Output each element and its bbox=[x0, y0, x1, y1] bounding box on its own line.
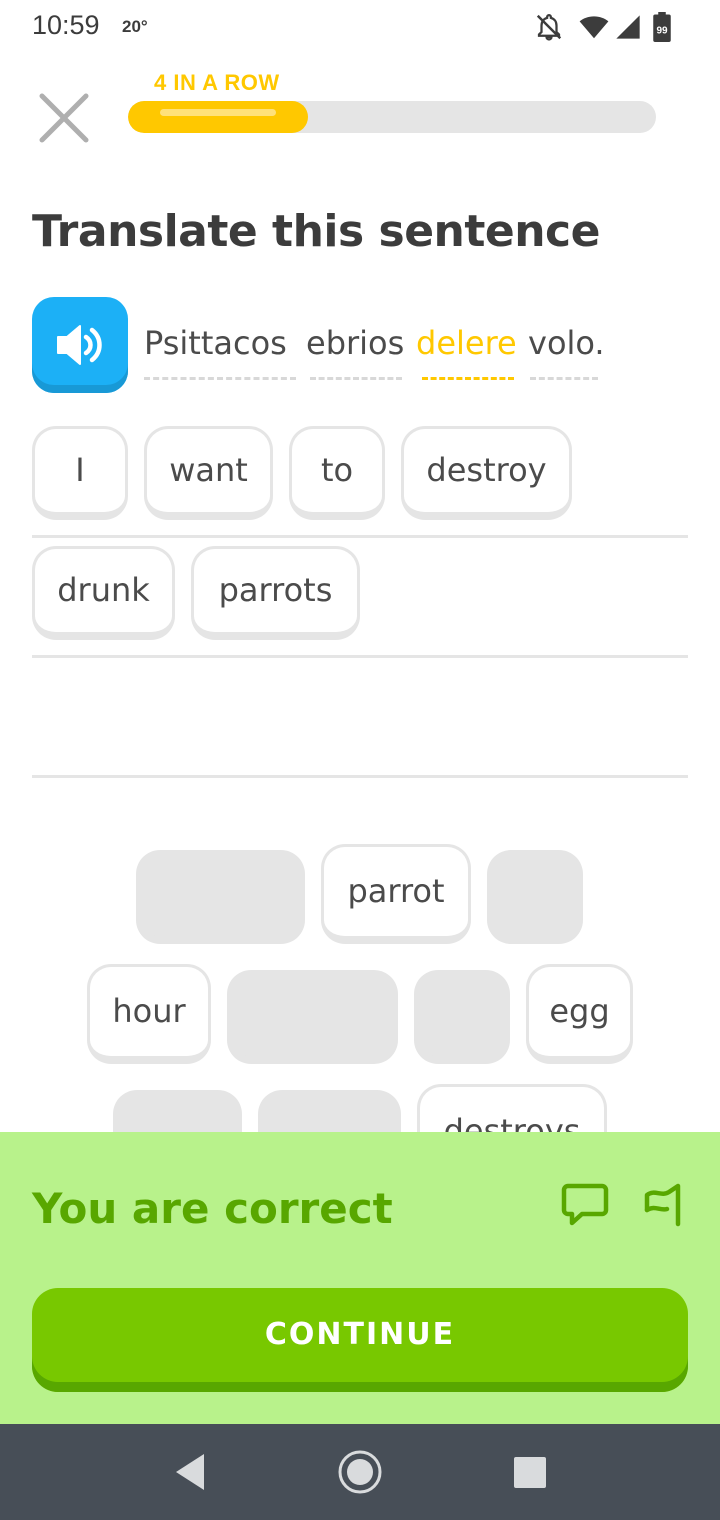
sentence-word[interactable]: ebrios bbox=[306, 324, 404, 362]
progress-shine bbox=[160, 109, 276, 116]
close-icon bbox=[39, 93, 89, 143]
comment-icon[interactable] bbox=[560, 1180, 610, 1230]
back-icon[interactable] bbox=[170, 1448, 210, 1496]
lesson-progress-bar bbox=[128, 101, 656, 133]
wifi-icon bbox=[579, 16, 609, 39]
feedback-panel: You are correct CONTINUE bbox=[0, 1132, 720, 1424]
flag-icon[interactable] bbox=[640, 1180, 686, 1230]
recents-icon[interactable] bbox=[512, 1448, 548, 1496]
play-audio-button[interactable] bbox=[32, 297, 128, 393]
word-underline bbox=[310, 377, 402, 380]
status-icons: 99 bbox=[534, 12, 684, 44]
notifications-off-icon bbox=[536, 13, 562, 41]
word-bank-tile[interactable]: parrot bbox=[321, 844, 471, 944]
word-bank-tile[interactable]: destroys bbox=[417, 1084, 607, 1132]
answer-tile[interactable]: to bbox=[289, 426, 385, 520]
answer-tile[interactable]: destroy bbox=[401, 426, 572, 520]
word-bank-slot-empty bbox=[487, 850, 583, 944]
answer-tile[interactable]: I bbox=[32, 426, 128, 520]
streak-label: 4 IN A ROW bbox=[154, 70, 280, 95]
word-bank-slot-empty bbox=[414, 970, 510, 1064]
word-underline-highlighted bbox=[422, 377, 514, 380]
continue-button[interactable]: CONTINUE bbox=[32, 1288, 688, 1392]
progress-fill bbox=[128, 101, 308, 133]
answer-line bbox=[32, 775, 688, 778]
system-nav-bar bbox=[0, 1424, 720, 1520]
word-bank-slot-empty bbox=[136, 850, 305, 944]
word-bank-slot-empty bbox=[258, 1090, 401, 1132]
battery-level: 99 bbox=[656, 25, 668, 36]
sentence-word-highlighted[interactable]: delere bbox=[416, 324, 517, 362]
battery-icon: 99 bbox=[653, 12, 671, 42]
word-bank-slot-empty bbox=[227, 970, 398, 1064]
answer-tile[interactable]: drunk bbox=[32, 546, 175, 640]
speaker-icon bbox=[57, 325, 102, 365]
word-bank-tile[interactable]: egg bbox=[526, 964, 633, 1064]
answer-line bbox=[32, 655, 688, 658]
word-underline bbox=[144, 377, 296, 380]
cell-signal-icon bbox=[616, 15, 640, 39]
answer-tile[interactable]: parrots bbox=[191, 546, 360, 640]
answer-tile[interactable]: want bbox=[144, 426, 273, 520]
word-bank: parrot hour egg destroys bbox=[0, 830, 720, 1132]
home-icon[interactable] bbox=[336, 1448, 384, 1496]
answer-line bbox=[32, 535, 688, 538]
close-button[interactable] bbox=[36, 90, 92, 146]
status-time: 10:59 bbox=[32, 10, 100, 40]
word-underline bbox=[530, 377, 598, 380]
status-bar: 10:59 20° 99 bbox=[0, 0, 720, 56]
status-temperature: 20° bbox=[122, 17, 148, 36]
page-title: Translate this sentence bbox=[32, 206, 600, 257]
word-bank-tile[interactable]: hour bbox=[87, 964, 211, 1064]
word-bank-slot-empty bbox=[113, 1090, 242, 1132]
sentence-word[interactable]: Psittacos bbox=[144, 324, 287, 362]
feedback-message: You are correct bbox=[32, 1184, 393, 1233]
sentence-word[interactable]: volo. bbox=[528, 324, 605, 362]
